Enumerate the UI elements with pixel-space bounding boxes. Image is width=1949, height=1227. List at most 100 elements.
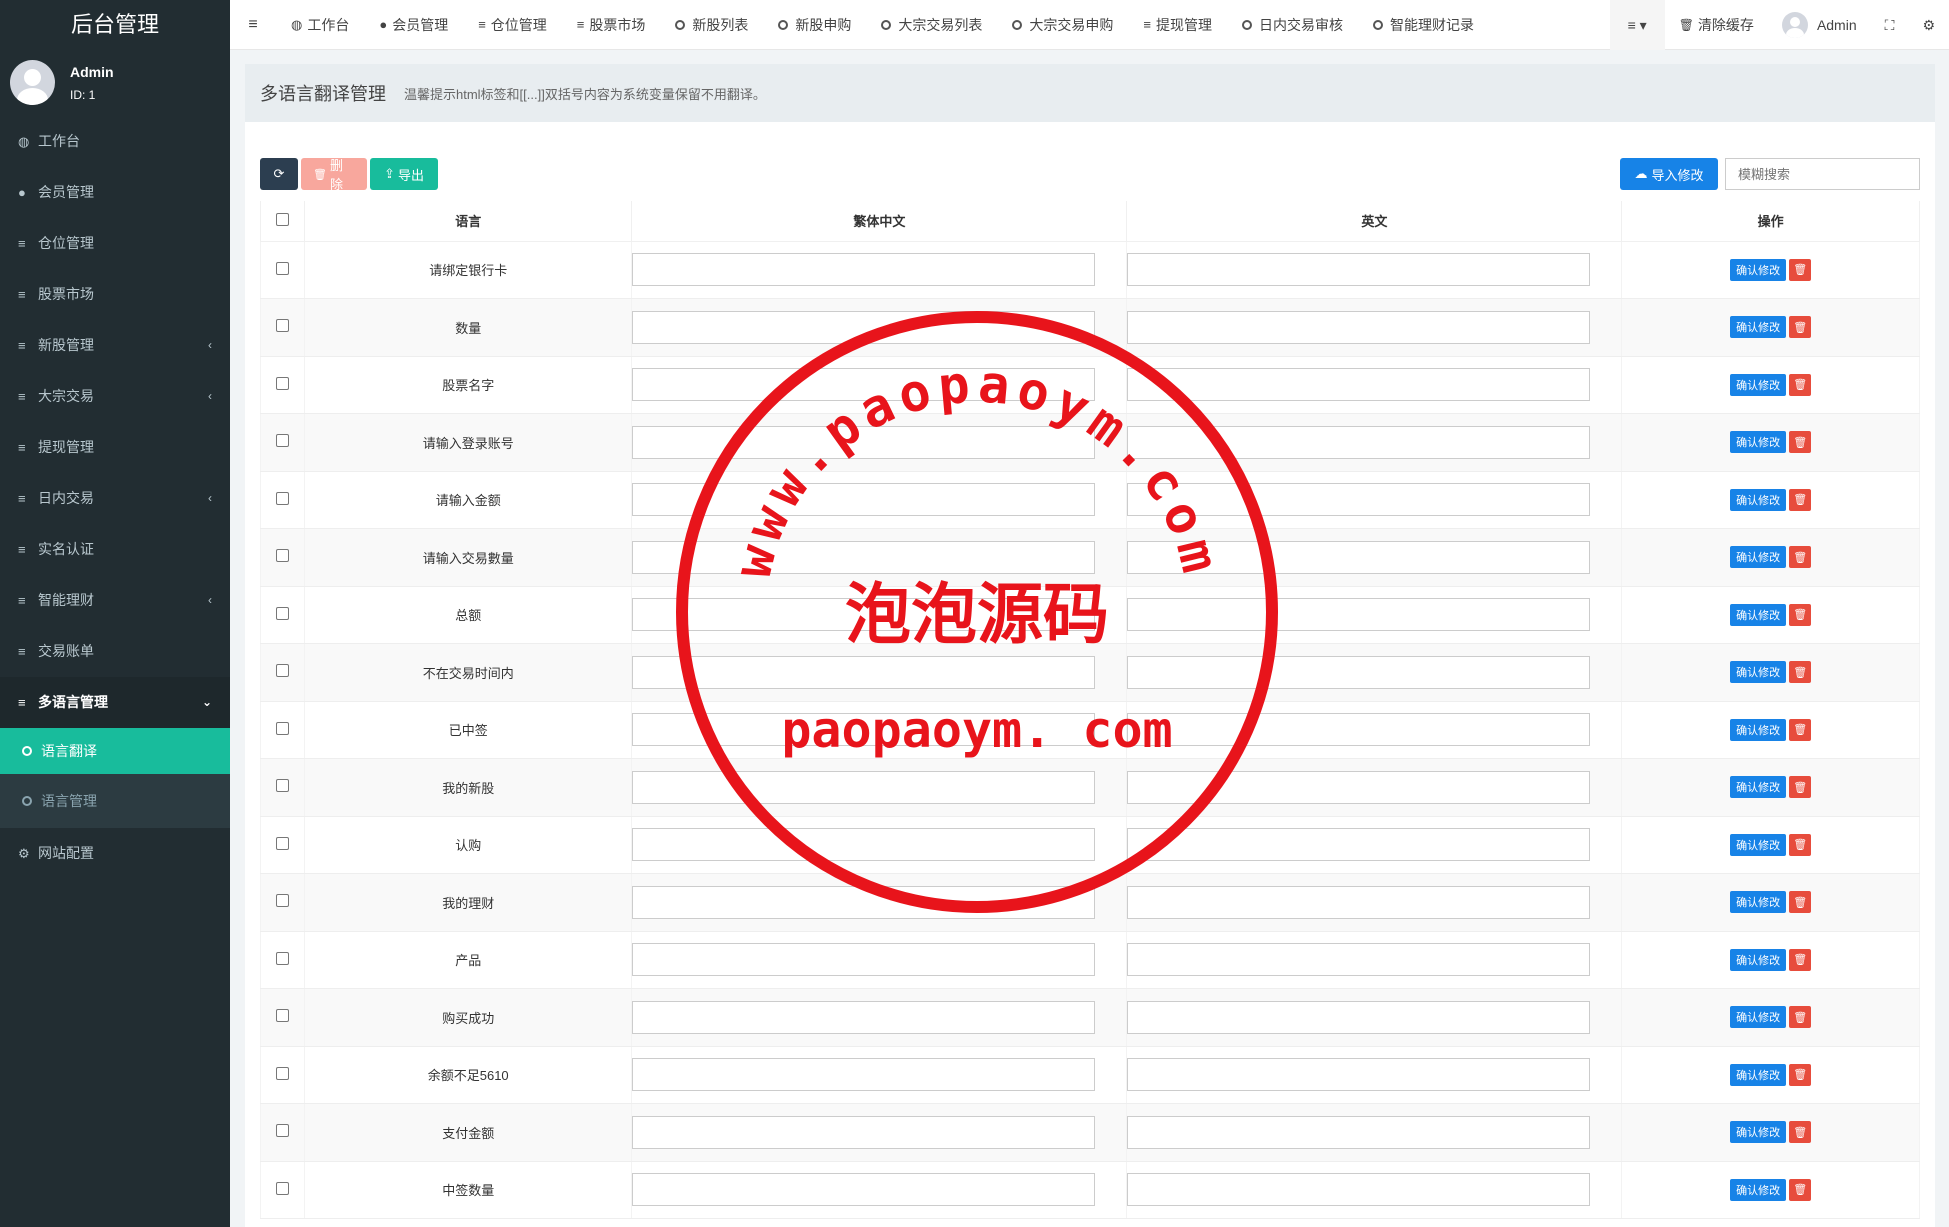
sidebar-item-1[interactable]: ● 会员管理 bbox=[0, 167, 230, 218]
traditional-chinese-input[interactable] bbox=[632, 1058, 1096, 1092]
sidebar-subitem-translate[interactable]: 语言翻译 bbox=[0, 728, 230, 774]
export-button[interactable]: ⇪ 导出 bbox=[370, 158, 438, 190]
tab-3[interactable]: ≡ 股票市场 bbox=[562, 0, 661, 50]
row-checkbox[interactable] bbox=[275, 1009, 289, 1023]
row-checkbox[interactable] bbox=[275, 721, 289, 735]
delete-row-button[interactable]: 🗑 bbox=[1789, 488, 1812, 511]
sidebar-item-4[interactable]: ≡ 新股管理 ‹ bbox=[0, 320, 230, 371]
sidebar-item-10[interactable]: ≡ 交易账单 bbox=[0, 626, 230, 677]
traditional-chinese-input[interactable] bbox=[632, 828, 1096, 862]
delete-row-button[interactable]: 🗑 bbox=[1789, 603, 1812, 626]
tabs-dropdown-button[interactable]: ≡ ▾ bbox=[1609, 0, 1665, 50]
traditional-chinese-input[interactable] bbox=[632, 655, 1096, 689]
confirm-edit-button[interactable]: 确认修改 bbox=[1730, 373, 1787, 396]
sidebar-item-6[interactable]: ≡ 提现管理 bbox=[0, 422, 230, 473]
english-input[interactable] bbox=[1127, 540, 1591, 574]
english-input[interactable] bbox=[1127, 483, 1591, 517]
traditional-chinese-input[interactable] bbox=[632, 1173, 1096, 1207]
tab-2[interactable]: ≡ 仓位管理 bbox=[463, 0, 562, 50]
row-checkbox[interactable] bbox=[275, 491, 289, 505]
confirm-edit-button[interactable]: 确认修改 bbox=[1730, 603, 1787, 626]
traditional-chinese-input[interactable] bbox=[632, 713, 1096, 747]
traditional-chinese-input[interactable] bbox=[632, 425, 1096, 459]
traditional-chinese-input[interactable] bbox=[632, 885, 1096, 919]
traditional-chinese-input[interactable] bbox=[632, 598, 1096, 632]
confirm-edit-button[interactable]: 确认修改 bbox=[1730, 546, 1787, 569]
delete-button[interactable]: 🗑 删除 bbox=[301, 158, 367, 192]
traditional-chinese-input[interactable] bbox=[632, 310, 1096, 344]
sidebar-item-3[interactable]: ≡ 股票市场 bbox=[0, 269, 230, 320]
english-input[interactable] bbox=[1127, 598, 1591, 632]
sidebar-item-8[interactable]: ≡ 实名认证 bbox=[0, 524, 230, 575]
row-checkbox[interactable] bbox=[275, 836, 289, 850]
traditional-chinese-input[interactable] bbox=[632, 483, 1096, 517]
delete-row-button[interactable]: 🗑 bbox=[1789, 1006, 1812, 1029]
sidebar-item-2[interactable]: ≡ 仓位管理 bbox=[0, 218, 230, 269]
delete-row-button[interactable]: 🗑 bbox=[1789, 718, 1812, 741]
confirm-edit-button[interactable]: 确认修改 bbox=[1730, 891, 1787, 914]
sidebar-item-site-config[interactable]: ⚙ 网站配置 bbox=[0, 828, 230, 879]
english-input[interactable] bbox=[1127, 770, 1591, 804]
confirm-edit-button[interactable]: 确认修改 bbox=[1730, 1006, 1787, 1029]
confirm-edit-button[interactable]: 确认修改 bbox=[1730, 316, 1787, 339]
confirm-edit-button[interactable]: 确认修改 bbox=[1730, 776, 1787, 799]
confirm-edit-button[interactable]: 确认修改 bbox=[1730, 1121, 1787, 1144]
english-input[interactable] bbox=[1127, 1000, 1591, 1034]
traditional-chinese-input[interactable] bbox=[632, 368, 1096, 402]
confirm-edit-button[interactable]: 确认修改 bbox=[1730, 431, 1787, 454]
admin-menu[interactable]: Admin bbox=[1768, 0, 1871, 50]
sidebar-item-5[interactable]: ≡ 大宗交易 ‹ bbox=[0, 371, 230, 422]
delete-row-button[interactable]: 🗑 bbox=[1789, 833, 1812, 856]
row-checkbox[interactable] bbox=[275, 261, 289, 275]
app-logo[interactable]: 后台管理 bbox=[0, 0, 230, 50]
row-checkbox[interactable] bbox=[275, 376, 289, 390]
tab-7[interactable]: 大宗交易申购 bbox=[997, 0, 1128, 50]
row-checkbox[interactable] bbox=[275, 1181, 289, 1195]
confirm-edit-button[interactable]: 确认修改 bbox=[1730, 661, 1787, 684]
delete-row-button[interactable]: 🗑 bbox=[1789, 891, 1812, 914]
english-input[interactable] bbox=[1127, 885, 1591, 919]
english-input[interactable] bbox=[1127, 1115, 1591, 1149]
search-input[interactable] bbox=[1725, 158, 1920, 190]
row-checkbox[interactable] bbox=[275, 434, 289, 448]
english-input[interactable] bbox=[1127, 425, 1591, 459]
tab-9[interactable]: 日内交易审核 bbox=[1227, 0, 1358, 50]
english-input[interactable] bbox=[1127, 655, 1591, 689]
refresh-button[interactable]: ⟳ bbox=[260, 158, 298, 190]
delete-row-button[interactable]: 🗑 bbox=[1789, 776, 1812, 799]
row-checkbox[interactable] bbox=[275, 319, 289, 333]
english-input[interactable] bbox=[1127, 828, 1591, 862]
delete-row-button[interactable]: 🗑 bbox=[1789, 1121, 1812, 1144]
sidebar-item-9[interactable]: ≡ 智能理财 ‹ bbox=[0, 575, 230, 626]
import-button[interactable]: ☁ 导入修改 bbox=[1620, 158, 1718, 190]
confirm-edit-button[interactable]: 确认修改 bbox=[1730, 1178, 1787, 1201]
row-checkbox[interactable] bbox=[275, 1124, 289, 1138]
delete-row-button[interactable]: 🗑 bbox=[1789, 258, 1812, 281]
tab-4[interactable]: 新股列表 bbox=[660, 0, 763, 50]
traditional-chinese-input[interactable] bbox=[632, 770, 1096, 804]
confirm-edit-button[interactable]: 确认修改 bbox=[1730, 833, 1787, 856]
confirm-edit-button[interactable]: 确认修改 bbox=[1730, 718, 1787, 741]
delete-row-button[interactable]: 🗑 bbox=[1789, 316, 1812, 339]
menu-toggle-icon[interactable]: ≡ bbox=[230, 16, 276, 34]
tab-0[interactable]: ◍ 工作台 bbox=[276, 0, 364, 50]
settings-icon[interactable]: ⚙ bbox=[1908, 0, 1949, 50]
delete-row-button[interactable]: 🗑 bbox=[1789, 373, 1812, 396]
tab-6[interactable]: 大宗交易列表 bbox=[866, 0, 997, 50]
tab-8[interactable]: ≡ 提现管理 bbox=[1128, 0, 1227, 50]
row-checkbox[interactable] bbox=[275, 894, 289, 908]
confirm-edit-button[interactable]: 确认修改 bbox=[1730, 488, 1787, 511]
delete-row-button[interactable]: 🗑 bbox=[1789, 431, 1812, 454]
traditional-chinese-input[interactable] bbox=[632, 540, 1096, 574]
sidebar-item-0[interactable]: ◍ 工作台 bbox=[0, 116, 230, 167]
confirm-edit-button[interactable]: 确认修改 bbox=[1730, 948, 1787, 971]
english-input[interactable] bbox=[1127, 253, 1591, 287]
sidebar-subitem-language[interactable]: 语言管理 bbox=[0, 774, 230, 828]
row-checkbox[interactable] bbox=[275, 779, 289, 793]
clear-cache-button[interactable]: 🗑 清除缓存 bbox=[1665, 0, 1768, 50]
row-checkbox[interactable] bbox=[275, 664, 289, 678]
confirm-edit-button[interactable]: 确认修改 bbox=[1730, 1063, 1787, 1086]
delete-row-button[interactable]: 🗑 bbox=[1789, 948, 1812, 971]
traditional-chinese-input[interactable] bbox=[632, 1000, 1096, 1034]
confirm-edit-button[interactable]: 确认修改 bbox=[1730, 258, 1787, 281]
